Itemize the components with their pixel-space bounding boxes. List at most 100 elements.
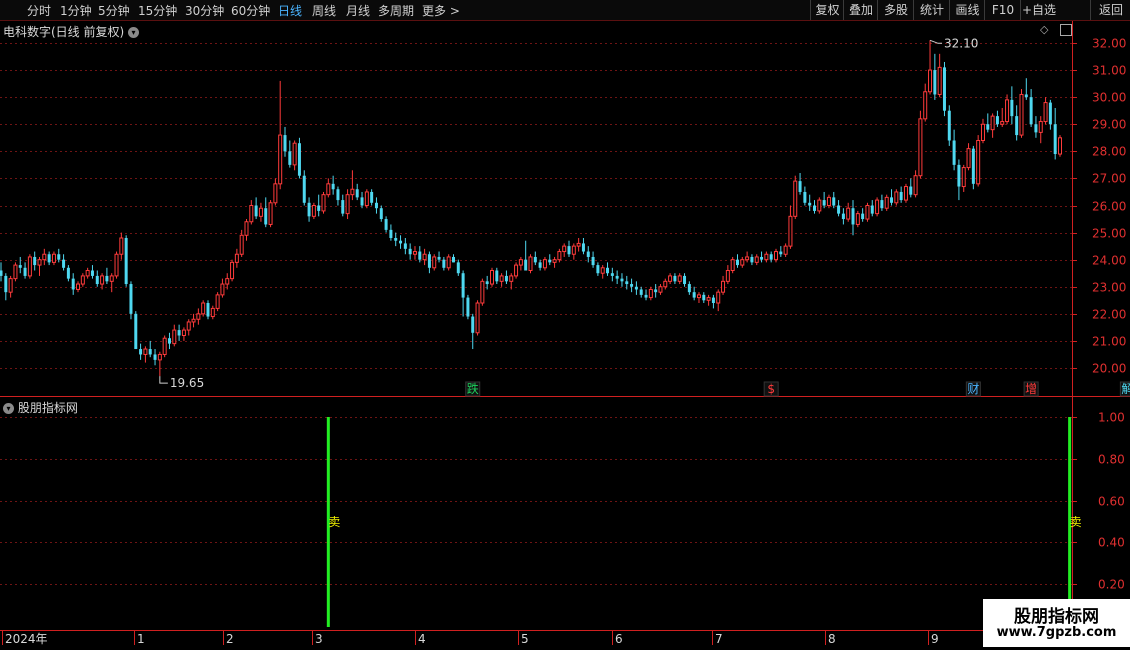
indicator-tick-label: 0.80	[1098, 453, 1125, 467]
candle-body	[85, 270, 90, 277]
candle-body	[769, 254, 773, 260]
candle-body	[1005, 99, 1010, 123]
time-tick-label: 2	[226, 632, 234, 646]
candle-body	[668, 275, 673, 282]
candle-body	[239, 234, 244, 255]
candle-body	[51, 253, 56, 263]
candle-body	[57, 254, 61, 260]
candle-body	[80, 275, 85, 285]
candle-body	[826, 196, 831, 206]
event-marker-label: 解	[1121, 382, 1130, 396]
indicator-tick-label: 0.60	[1098, 495, 1125, 509]
candle-body	[412, 251, 417, 255]
candle-body	[606, 267, 610, 274]
candle-body	[191, 318, 196, 323]
candle-body	[1010, 99, 1014, 117]
candle-body	[548, 259, 552, 263]
candle-body	[990, 115, 995, 131]
candle-body	[1053, 124, 1057, 155]
candle-body	[37, 259, 42, 266]
time-tick-label: 9	[931, 632, 939, 646]
candle-body	[764, 253, 769, 261]
candle-body	[345, 194, 350, 215]
event-marker-label: 跌	[467, 381, 479, 396]
time-tick-label: 6	[615, 632, 623, 646]
candle-body	[196, 313, 201, 320]
price-tick-label: 23.00	[1092, 281, 1126, 295]
candle-body	[1015, 116, 1019, 136]
candle-body	[302, 175, 306, 203]
candle-body	[899, 191, 903, 201]
candle-body	[683, 275, 687, 285]
high-price-pointer	[929, 39, 943, 44]
candle-body	[639, 289, 643, 295]
candle-body	[779, 251, 783, 255]
candle-body	[808, 202, 812, 206]
candle-body	[307, 202, 311, 217]
candle-body	[788, 215, 793, 247]
candle-body	[437, 256, 441, 260]
candle-body	[716, 291, 721, 304]
candle-body	[461, 273, 465, 298]
candle-body	[172, 329, 177, 345]
candle-body	[167, 338, 171, 344]
candle-body	[846, 207, 851, 220]
price-tick-label: 29.00	[1092, 118, 1126, 132]
candle-body	[706, 297, 711, 301]
candle-body	[1024, 94, 1028, 98]
price-tick-label: 26.00	[1092, 200, 1126, 214]
candle-body	[711, 297, 715, 303]
candle-body	[980, 123, 985, 141]
event-marker-label: 财	[967, 382, 979, 396]
candle-body	[730, 259, 735, 271]
candle-body	[1034, 124, 1038, 133]
candle-body	[100, 275, 105, 285]
watermark: 股朋指标网 www.7gpzb.com	[983, 599, 1130, 647]
candle-body	[957, 164, 961, 187]
watermark-title: 股朋指标网	[1014, 607, 1099, 627]
candle-body	[399, 240, 403, 244]
price-tick-label: 21.00	[1092, 335, 1126, 349]
candle-body	[1019, 93, 1024, 136]
indicator-tick-label: 1.00	[1098, 411, 1125, 425]
candle-body	[475, 302, 480, 334]
candle-body	[933, 70, 937, 95]
candle-body	[432, 256, 437, 269]
candle-body	[379, 208, 383, 220]
candle-body	[890, 197, 894, 203]
candle-body	[364, 191, 369, 206]
candle-body	[533, 256, 537, 263]
candle-body	[518, 259, 523, 266]
candle-body	[62, 259, 66, 268]
candle-body	[384, 219, 388, 230]
time-tick-label: 3	[315, 632, 323, 646]
candle-body	[514, 264, 519, 277]
candle-body	[355, 189, 359, 198]
watermark-url: www.7gpzb.com	[996, 625, 1117, 640]
candle-body	[909, 186, 913, 195]
candle-body	[1058, 137, 1062, 155]
candle-body	[793, 180, 798, 217]
time-tick-label: 1	[137, 632, 145, 646]
candle-body	[687, 284, 691, 293]
candle-body	[139, 349, 143, 355]
candle-body	[288, 151, 292, 165]
high-price-label: 32.10	[944, 36, 978, 50]
candle-body	[571, 245, 576, 255]
candle-body	[264, 208, 268, 225]
indicator-tick-label: 0.20	[1098, 578, 1125, 592]
candle-body	[524, 259, 528, 271]
candle-body	[466, 297, 470, 317]
candle-body	[721, 280, 726, 293]
candle-body	[696, 294, 701, 299]
candle-body	[615, 275, 619, 279]
chart-canvas: 32.0031.0030.0029.0028.0027.0026.0025.00…	[0, 21, 1130, 646]
candle-body	[258, 207, 263, 217]
price-tick-label: 30.00	[1092, 91, 1126, 105]
candle-body	[913, 175, 918, 196]
candle-body	[817, 199, 822, 212]
candle-body	[451, 256, 455, 263]
candle-body	[557, 251, 562, 261]
candle-body	[317, 205, 321, 211]
candle-body	[446, 256, 451, 269]
